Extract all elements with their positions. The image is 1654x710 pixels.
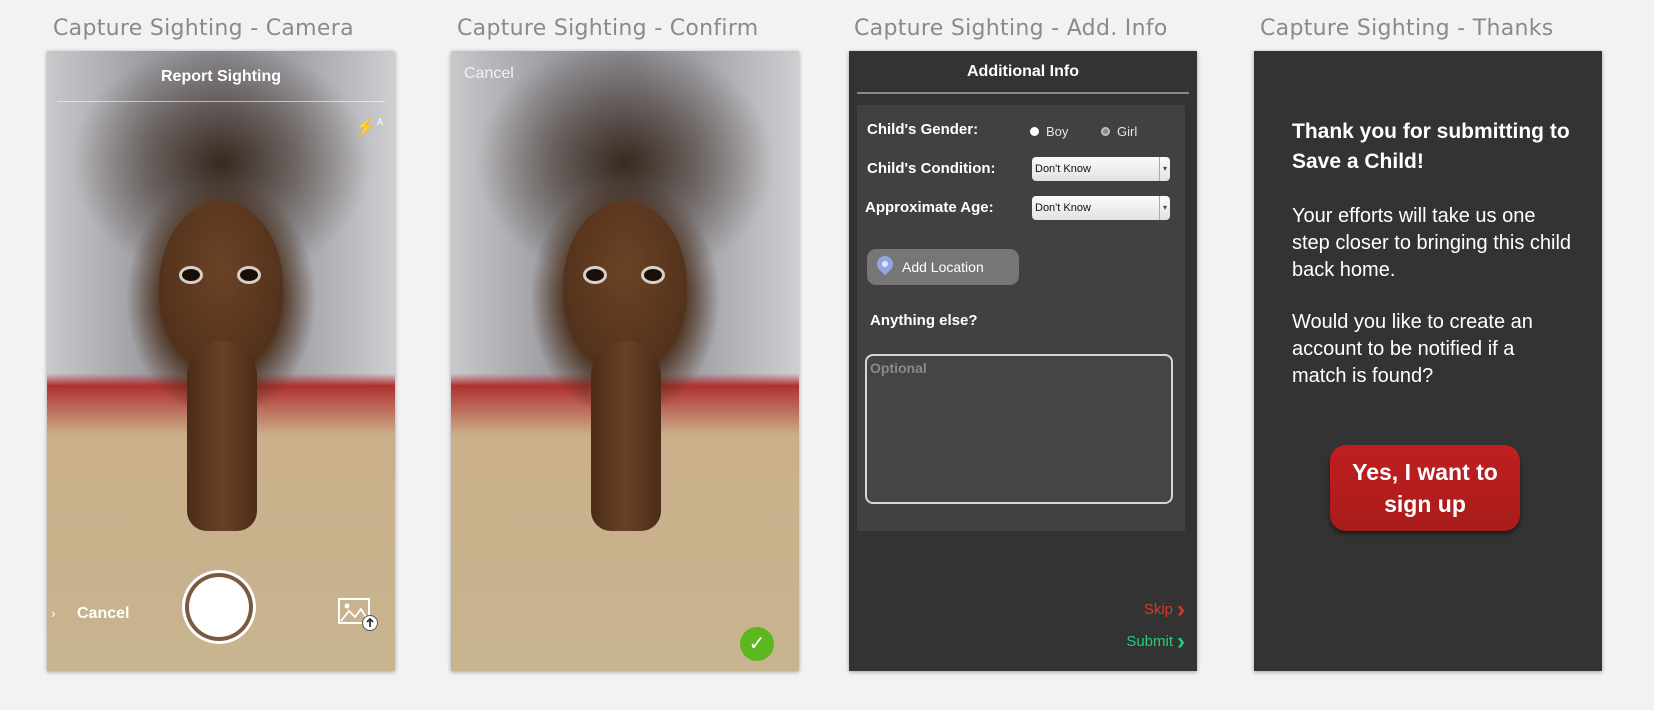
condition-label: Child's Condition: bbox=[867, 160, 996, 177]
gender-radio-girl[interactable]: Girl bbox=[1101, 124, 1137, 139]
add-location-label: Add Location bbox=[902, 259, 984, 275]
info-form: Child's Gender: Boy Girl Child's Conditi… bbox=[857, 105, 1185, 531]
confirm-checkmark-button[interactable]: ✓ bbox=[740, 627, 774, 661]
submit-button[interactable]: Submit › bbox=[1126, 628, 1185, 655]
thanks-screen: Thank you for submitting to Save a Child… bbox=[1254, 51, 1602, 671]
camera-screen: Report Sighting ⚡A › Cancel bbox=[47, 51, 395, 671]
skip-label: Skip bbox=[1143, 601, 1173, 618]
gender-option-girl: Girl bbox=[1117, 124, 1138, 139]
gallery-upload-icon[interactable] bbox=[337, 597, 379, 631]
radio-boy-icon bbox=[1030, 127, 1039, 136]
condition-select[interactable]: Don't Know ▾ bbox=[1032, 157, 1170, 181]
chevron-down-icon: ▾ bbox=[1159, 196, 1170, 220]
chevron-right-icon: › bbox=[1177, 596, 1185, 623]
age-select[interactable]: Don't Know ▾ bbox=[1032, 196, 1170, 220]
flash-auto-icon[interactable]: ⚡A bbox=[355, 117, 383, 138]
panel-title-thanks: Capture Sighting - Thanks bbox=[1260, 16, 1554, 41]
camera-cancel-button[interactable]: Cancel bbox=[77, 605, 129, 623]
thanks-paragraph-1: Your efforts will take us one step close… bbox=[1292, 205, 1572, 281]
location-pin-icon bbox=[873, 252, 897, 276]
chevron-down-icon: ▾ bbox=[1159, 157, 1170, 181]
header-divider bbox=[57, 101, 385, 102]
confirm-screen: Cancel ✓ bbox=[451, 51, 799, 671]
panel-title-add-info: Capture Sighting - Add. Info bbox=[854, 16, 1168, 41]
header-divider bbox=[857, 92, 1189, 94]
add-location-button[interactable]: Add Location bbox=[867, 249, 1019, 285]
skip-button[interactable]: Skip › bbox=[1143, 596, 1185, 623]
thanks-paragraph-2: Would you like to create an account to b… bbox=[1292, 311, 1533, 387]
panel-title-confirm: Capture Sighting - Confirm bbox=[457, 16, 759, 41]
camera-header-title: Report Sighting bbox=[161, 68, 281, 85]
anything-else-label: Anything else? bbox=[870, 312, 978, 329]
checkmark-icon: ✓ bbox=[748, 633, 766, 655]
notes-textarea[interactable] bbox=[865, 354, 1173, 504]
thanks-heading: Thank you for submitting to Save a Child… bbox=[1292, 120, 1570, 173]
shutter-button[interactable] bbox=[189, 577, 249, 637]
age-select-value: Don't Know bbox=[1035, 202, 1091, 214]
age-label: Approximate Age: bbox=[865, 199, 994, 216]
radio-girl-icon bbox=[1101, 127, 1110, 136]
additional-info-screen: Additional Info Child's Gender: Boy Girl… bbox=[849, 51, 1197, 671]
sign-up-button[interactable]: Yes, I want to sign up bbox=[1330, 445, 1520, 531]
additional-info-title: Additional Info bbox=[967, 63, 1079, 80]
confirm-cancel-button[interactable]: Cancel bbox=[464, 65, 514, 83]
back-chevron-icon: › bbox=[51, 605, 56, 621]
submit-label: Submit bbox=[1126, 633, 1173, 650]
gender-radio-boy[interactable]: Boy bbox=[1030, 124, 1068, 139]
condition-select-value: Don't Know bbox=[1035, 163, 1091, 175]
gender-option-boy: Boy bbox=[1046, 124, 1069, 139]
panel-title-camera: Capture Sighting - Camera bbox=[53, 16, 354, 41]
chevron-right-icon: › bbox=[1177, 628, 1185, 655]
captured-photo bbox=[451, 51, 799, 671]
gender-label: Child's Gender: bbox=[867, 121, 979, 138]
